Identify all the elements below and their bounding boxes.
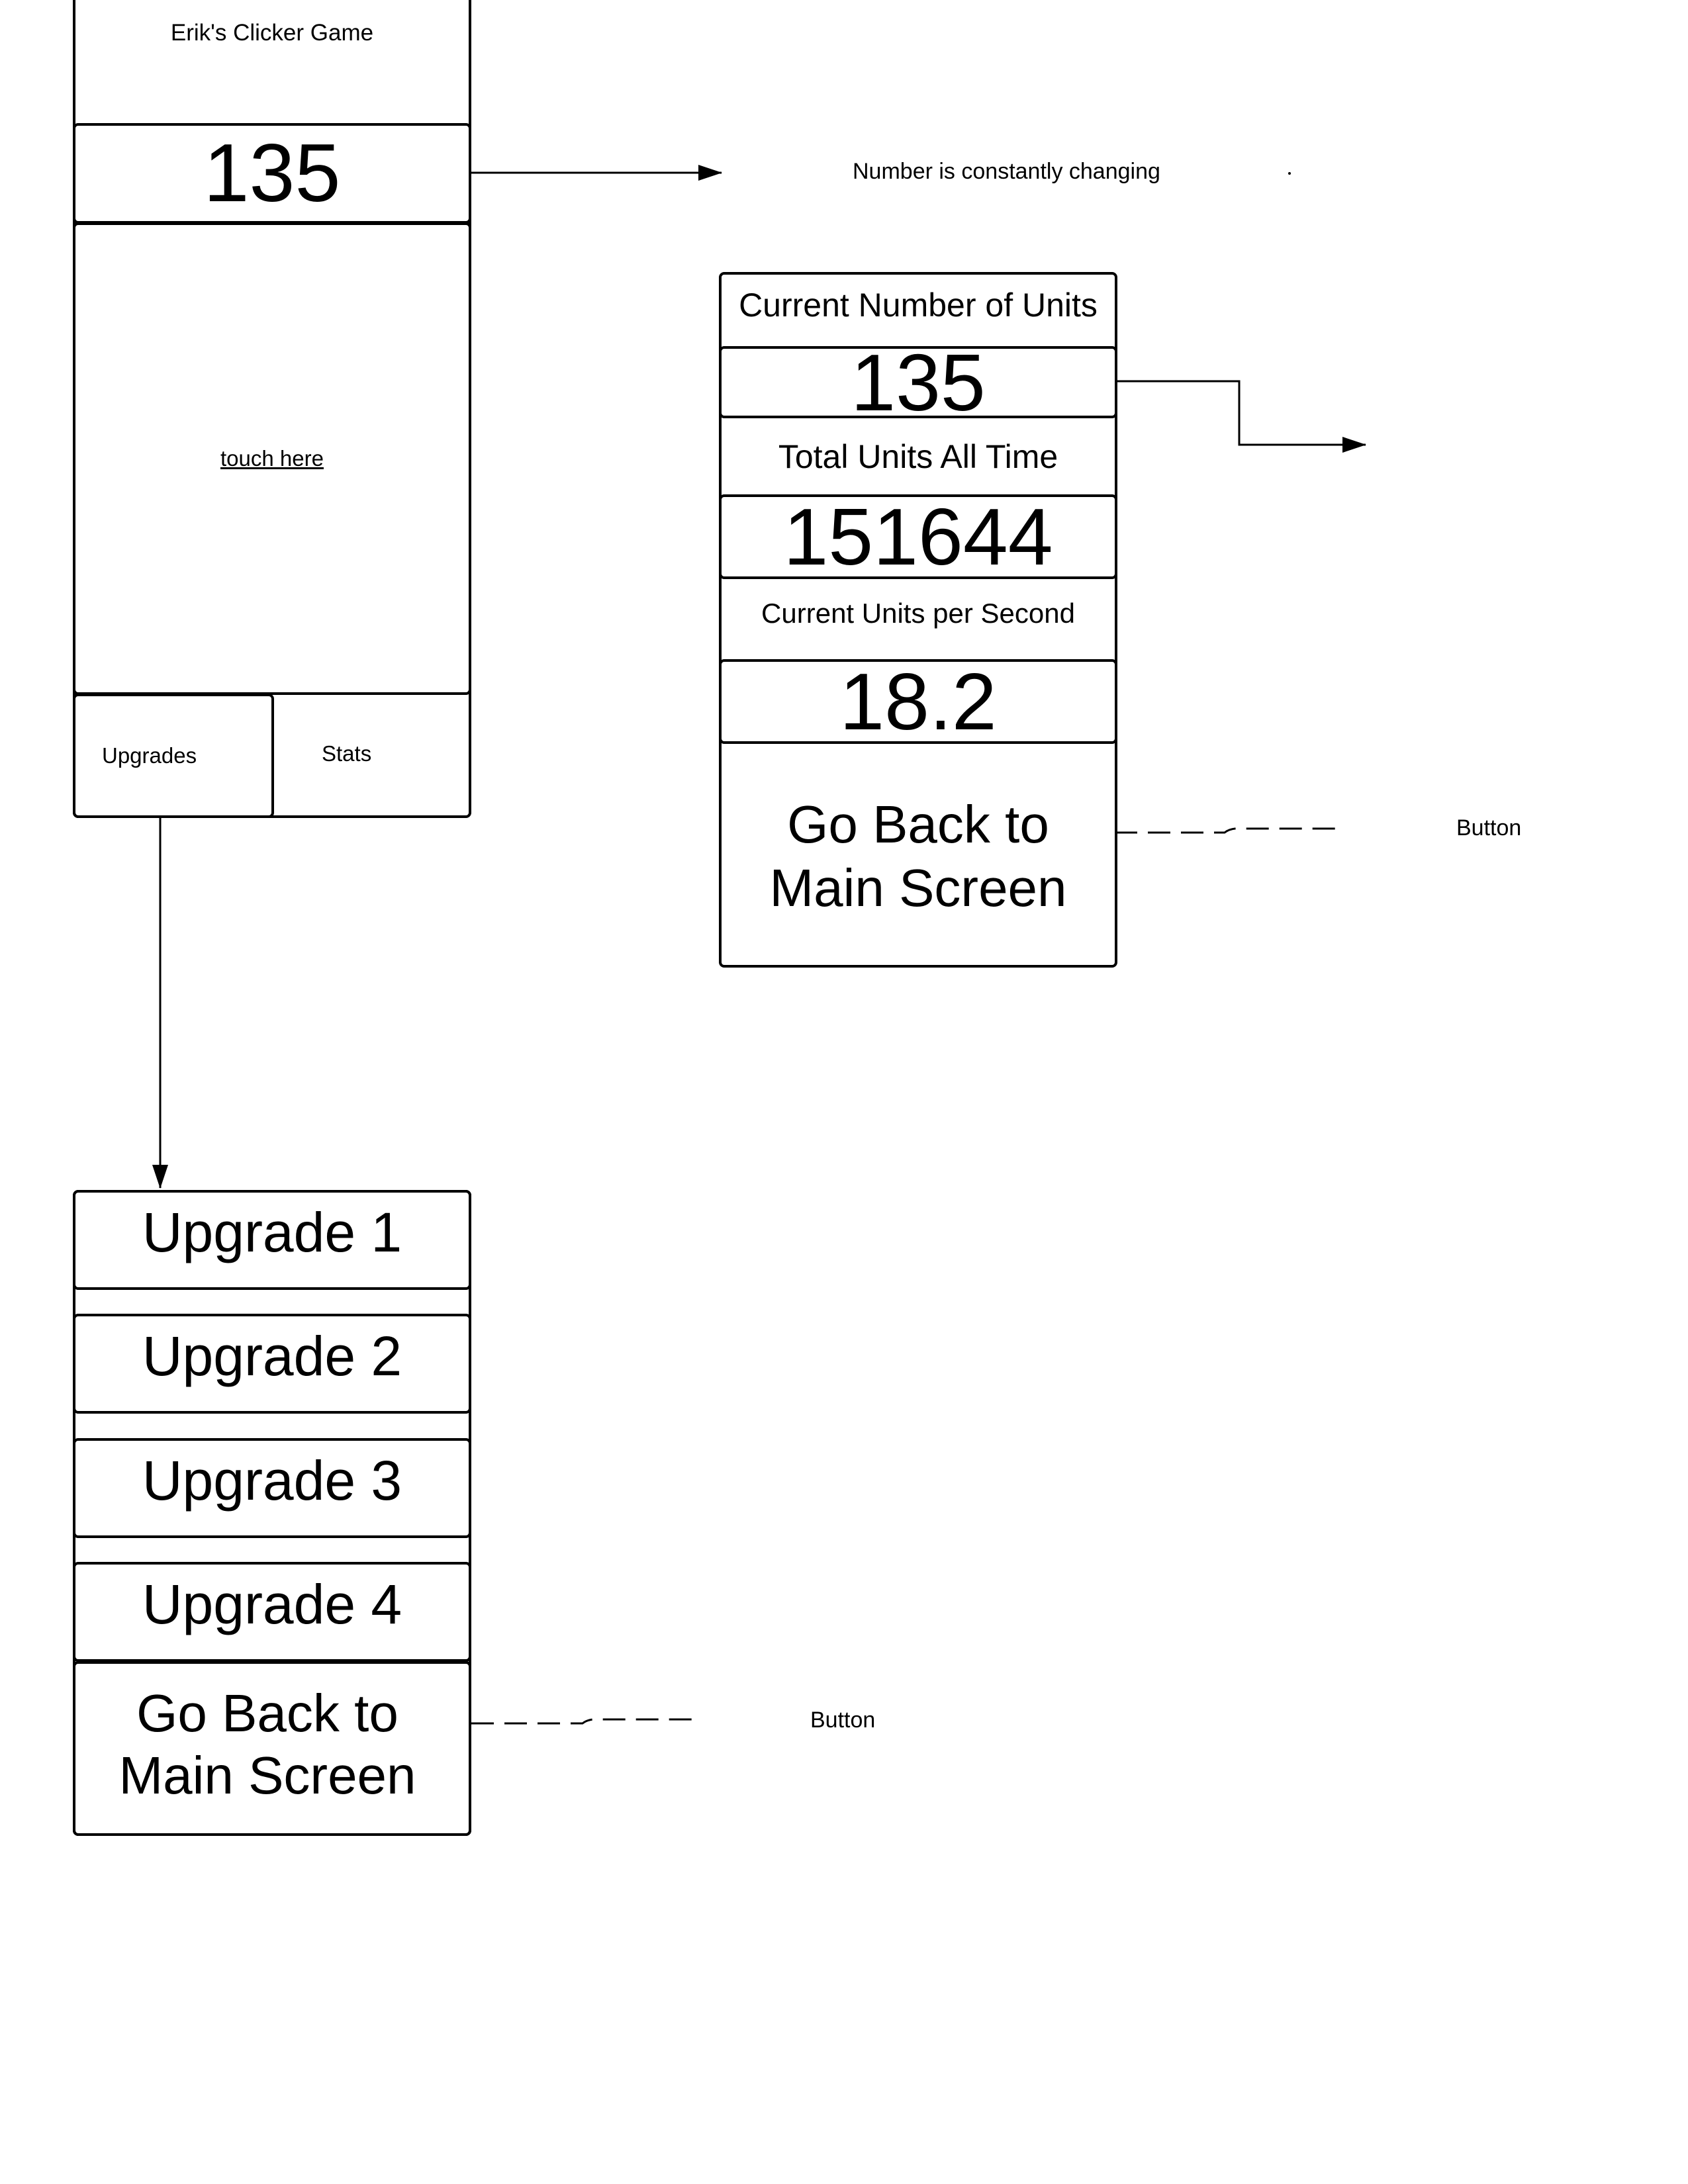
upgrades-back-button[interactable]: Go Back to Main Screen	[73, 1661, 471, 1836]
upgrade-3-button[interactable]: Upgrade 3	[73, 1438, 471, 1538]
upgrade-4-button[interactable]: Upgrade 4	[73, 1562, 471, 1662]
touch-here-label: touch here	[220, 446, 324, 471]
upgrade-2-button[interactable]: Upgrade 2	[73, 1314, 471, 1414]
total-units-label: Total Units All Time	[778, 438, 1058, 475]
upgrades-tab-label: Upgrades	[102, 743, 197, 768]
upgrades-button-note: Button	[810, 1707, 876, 1733]
stats-value-arrow	[1115, 380, 1366, 453]
units-per-second-value: 18.2	[719, 657, 1117, 747]
stats-back-button[interactable]: Go Back to Main Screen	[759, 793, 1078, 920]
upgrades-back-button-label: Go Back to Main Screen	[118, 1684, 416, 1805]
units-per-second-label: Current Units per Second	[761, 598, 1075, 629]
upgrade-1-button[interactable]: Upgrade 1	[73, 1190, 471, 1290]
app-title: Erik's Clicker Game	[170, 20, 374, 46]
upgrades-tab[interactable]: Upgrades	[73, 694, 274, 818]
stats-tab[interactable]: Stats	[322, 741, 371, 766]
unit-counter: 135	[73, 123, 471, 224]
note-dot	[1288, 172, 1291, 175]
upgrades-back-button-dashed-connector	[471, 1718, 692, 1725]
stats-back-button-dashed-connector	[1115, 827, 1337, 834]
touch-area[interactable]: touch here	[73, 222, 471, 695]
counter-note: Number is constantly changing	[853, 159, 1160, 184]
current-units-value: 135	[719, 338, 1117, 428]
current-units-label: Current Number of Units	[739, 287, 1098, 324]
stats-button-note: Button	[1456, 815, 1522, 841]
total-units-value: 151644	[719, 492, 1117, 582]
